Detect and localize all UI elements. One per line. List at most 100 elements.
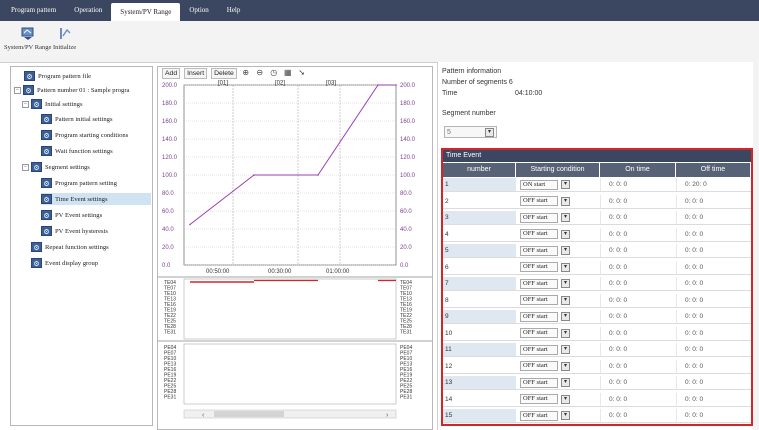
starting-condition-select[interactable]: OFF start ▾ — [516, 327, 600, 340]
pattern-line-chart[interactable]: 200.0 200.0 180.0 180.0 160.0 160.0 140.0 140.0… — [158, 79, 433, 430]
tree-item-program-pattern-setting[interactable]: ⚙ Program pattern setting — [41, 177, 117, 189]
chevron-down-icon[interactable]: ▾ — [561, 246, 570, 255]
chevron-down-icon[interactable]: ▾ — [561, 279, 570, 288]
starting-condition-select[interactable]: OFF start ▾ — [516, 393, 600, 406]
collapse-icon[interactable]: − — [22, 163, 29, 171]
off-time-field[interactable]: 0: 0: 0 — [676, 194, 751, 208]
tree-item-event-display-group[interactable]: ⚙ Event display group — [31, 257, 98, 269]
tree-item-wait-function-settings[interactable]: ⚙ Wait function settings — [41, 145, 113, 157]
menu-system-pv-range[interactable]: System/PV Range — [111, 3, 181, 21]
on-time-field[interactable]: 0: 0: 0 — [600, 178, 676, 191]
starting-condition-select[interactable]: OFF start ▾ — [516, 294, 600, 307]
off-time-field[interactable]: 0: 0: 0 — [676, 409, 751, 422]
data-point[interactable] — [395, 84, 397, 86]
grid-icon[interactable]: ▦ — [283, 68, 293, 78]
insert-button[interactable]: Insert — [184, 67, 208, 79]
starting-condition-select[interactable]: OFF start ▾ — [516, 244, 600, 257]
segment-number-select[interactable]: 5 ▾ — [444, 126, 497, 138]
on-time-field[interactable]: 0: 0: 0 — [600, 326, 676, 340]
on-time-field[interactable]: 0: 0: 0 — [600, 277, 676, 290]
collapse-icon[interactable]: − — [22, 100, 29, 108]
zoom-out-icon[interactable]: ⊖ — [255, 68, 265, 78]
menu-program-pattern[interactable]: Program pattern — [2, 0, 65, 21]
menu-help[interactable]: Help — [218, 0, 250, 21]
off-time-field[interactable]: 0: 20: 0 — [676, 178, 751, 191]
chevron-down-icon[interactable]: ▾ — [561, 180, 570, 189]
starting-condition-select[interactable]: OFF start ▾ — [516, 376, 600, 389]
off-time-field[interactable]: 0: 0: 0 — [676, 244, 751, 257]
on-time-field[interactable]: 0: 0: 0 — [600, 244, 676, 257]
tree-item-pv-event-settings[interactable]: ⚙ PV Event settings — [41, 209, 102, 221]
scrollbar-thumb[interactable] — [214, 411, 284, 417]
starting-condition-select[interactable]: OFF start ▾ — [516, 360, 600, 373]
tree-item-time-event-settings[interactable]: ⚙ Time Event settings — [41, 193, 151, 205]
on-time-field[interactable]: 0: 0: 0 — [600, 211, 676, 224]
menu-option[interactable]: Option — [180, 0, 217, 21]
tree-item-segment-settings[interactable]: − ⚙ Segment settings — [22, 161, 90, 173]
off-time-field[interactable]: 0: 0: 0 — [676, 326, 751, 340]
starting-condition-select[interactable]: OFF start ▾ — [516, 310, 600, 323]
off-time-field[interactable]: 0: 0: 0 — [676, 359, 751, 373]
data-point[interactable] — [253, 174, 255, 176]
starting-condition-select[interactable]: OFF start ▾ — [516, 228, 600, 241]
off-time-field[interactable]: 0: 0: 0 — [676, 376, 751, 389]
off-time-field[interactable]: 0: 0: 0 — [676, 310, 751, 323]
tree-item-repeat-function-settings[interactable]: ⚙ Repeat function settings — [31, 241, 109, 253]
off-time-field[interactable]: 0: 0: 0 — [676, 392, 751, 406]
off-time-field[interactable]: 0: 0: 0 — [676, 277, 751, 290]
chevron-down-icon[interactable]: ▾ — [561, 312, 570, 321]
tree-item-pv-event-hysteresis[interactable]: ⚙ PV Event hysteresis — [41, 225, 108, 237]
starting-condition-select[interactable]: OFF start ▾ — [516, 409, 600, 422]
off-time-field[interactable]: 0: 0: 0 — [676, 211, 751, 224]
starting-condition-select[interactable]: OFF start ▾ — [516, 343, 600, 356]
on-time-field[interactable]: 0: 0: 0 — [600, 260, 676, 274]
chevron-down-icon[interactable]: ▾ — [561, 345, 570, 354]
on-time-field[interactable]: 0: 0: 0 — [600, 343, 676, 356]
on-time-field[interactable]: 0: 0: 0 — [600, 293, 676, 307]
starting-condition-select[interactable]: ON start ▾ — [516, 178, 600, 191]
zoom-in-icon[interactable]: ⊕ — [241, 68, 251, 78]
starting-condition-select[interactable]: OFF start ▾ — [516, 261, 600, 274]
starting-condition-select[interactable]: OFF start ▾ — [516, 211, 600, 224]
info-scrollbar[interactable] — [753, 62, 759, 430]
tree-item-initial-settings[interactable]: − ⚙ Initial settings — [22, 98, 83, 110]
data-point[interactable] — [377, 84, 379, 86]
chevron-down-icon[interactable]: ▾ — [561, 378, 570, 387]
tree-item-pattern-number[interactable]: − ⚙ Pattern number 01 : Sample progra — [14, 84, 129, 96]
tree-item-program-starting-conditions[interactable]: ⚙ Program starting conditions — [41, 129, 128, 141]
tree-item-pattern-initial-settings[interactable]: ⚙ Pattern initial settings — [41, 113, 113, 125]
tree-item-program-pattern-file[interactable]: ⚙ Program pattern file — [24, 70, 91, 82]
chevron-down-icon[interactable]: ▾ — [485, 127, 494, 137]
chevron-down-icon[interactable]: ▾ — [561, 229, 570, 239]
pointer-icon[interactable]: ➘ — [297, 68, 307, 78]
data-point[interactable] — [189, 223, 191, 226]
off-time-field[interactable]: 0: 0: 0 — [676, 260, 751, 274]
on-time-field[interactable]: 0: 0: 0 — [600, 409, 676, 422]
on-time-field[interactable]: 0: 0: 0 — [600, 227, 676, 241]
chevron-down-icon[interactable]: ▾ — [561, 262, 570, 272]
chevron-down-icon[interactable]: ▾ — [561, 361, 570, 371]
collapse-icon[interactable]: − — [14, 86, 21, 94]
starting-condition-select[interactable]: OFF start ▾ — [516, 277, 600, 290]
clock-icon[interactable]: ◷ — [269, 68, 279, 78]
off-time-field[interactable]: 0: 0: 0 — [676, 343, 751, 356]
chevron-down-icon[interactable]: ▾ — [561, 394, 570, 404]
chevron-down-icon[interactable]: ▾ — [561, 328, 570, 338]
on-time-field[interactable]: 0: 0: 0 — [600, 376, 676, 389]
menu-operation[interactable]: Operation — [65, 0, 111, 21]
chevron-down-icon[interactable]: ▾ — [561, 295, 570, 305]
on-time-field[interactable]: 0: 0: 0 — [600, 392, 676, 406]
chevron-down-icon[interactable]: ▾ — [561, 213, 570, 222]
data-point[interactable] — [317, 174, 319, 176]
chevron-down-icon[interactable]: ▾ — [561, 411, 570, 420]
chevron-down-icon[interactable]: ▾ — [561, 196, 570, 206]
off-time-field[interactable]: 0: 0: 0 — [676, 227, 751, 241]
on-time-field[interactable]: 0: 0: 0 — [600, 359, 676, 373]
on-time-field[interactable]: 0: 0: 0 — [600, 310, 676, 323]
delete-button[interactable]: Delete — [211, 67, 237, 79]
add-button[interactable]: Add — [162, 67, 181, 79]
initialize-button[interactable]: Initialize — [53, 27, 76, 51]
on-time-field[interactable]: 0: 0: 0 — [600, 194, 676, 208]
starting-condition-select[interactable]: OFF start ▾ — [516, 195, 600, 208]
off-time-field[interactable]: 0: 0: 0 — [676, 293, 751, 307]
